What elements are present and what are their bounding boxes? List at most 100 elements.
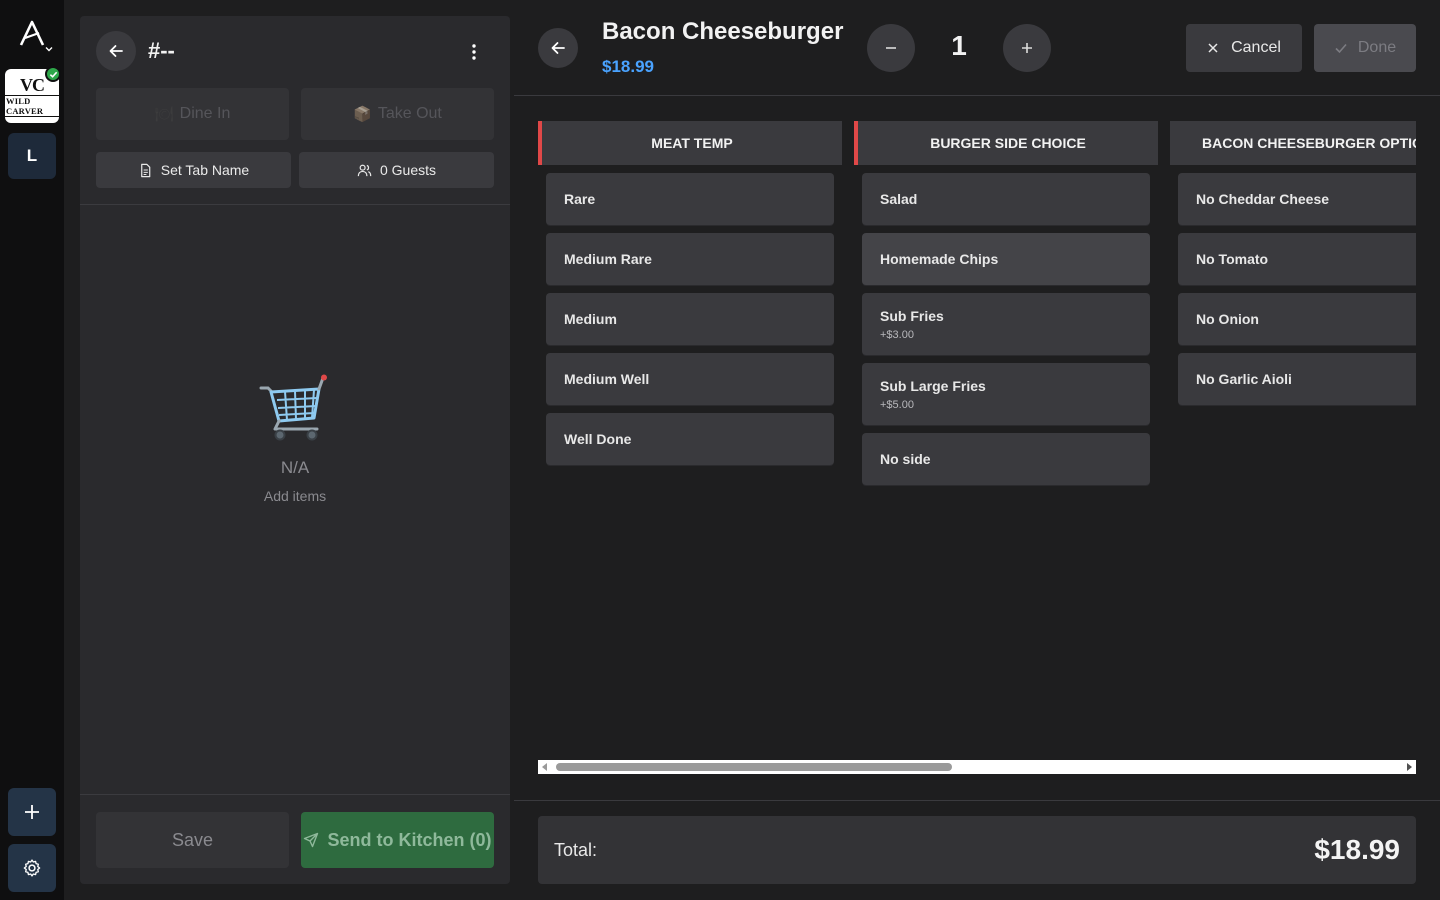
modifier-option-label: No Tomato [1196, 251, 1269, 267]
modifier-option[interactable]: Medium [546, 293, 834, 345]
modifier-option-label: No Garlic Aioli [1196, 371, 1292, 387]
empty-cart-state: N/A Add items [80, 374, 510, 504]
take-out-label: Take Out [377, 105, 442, 122]
modifier-option[interactable]: Well Done [546, 413, 834, 465]
divider [80, 204, 510, 205]
empty-cart-title: N/A [280, 458, 310, 477]
modifier-option[interactable]: No Cheddar Cheese [1178, 173, 1416, 225]
modifier-option-label: Medium [564, 311, 617, 327]
scroll-left-icon[interactable] [542, 763, 547, 771]
modifier-option[interactable]: Salad [862, 173, 1150, 225]
take-out-button[interactable]: 📦 Take Out [301, 88, 494, 140]
plate-icon: 🍽 [154, 106, 174, 123]
modifier-options: No Cheddar Cheese No Tomato No Onion No … [1170, 165, 1416, 405]
modifier-option-label: No side [880, 451, 931, 467]
modifier-group-meat-temp: MEAT TEMP Rare Medium Rare Medium Medium… [538, 121, 842, 473]
modifier-option-price: +$5.00 [880, 398, 914, 411]
modifier-option-label: Salad [880, 191, 918, 207]
app-logo-menu[interactable] [8, 12, 56, 56]
quantity-increase-button[interactable] [1003, 24, 1051, 72]
users-icon [357, 164, 372, 176]
modifier-option-label: Rare [564, 191, 596, 207]
minus-icon [886, 47, 896, 49]
empty-cart-hint: Add items [263, 488, 327, 504]
send-icon [304, 832, 319, 848]
modifier-option[interactable]: Sub Fries +$3.00 [862, 293, 1150, 355]
plus-icon [25, 805, 39, 819]
brand-mark: VC [20, 74, 45, 95]
close-icon [1208, 43, 1218, 53]
arrow-left-icon [551, 42, 565, 54]
modifier-option[interactable]: No Onion [1178, 293, 1416, 345]
modifier-option-label: Medium Rare [564, 251, 652, 267]
order-title: #-- [148, 38, 175, 63]
restaurant-brand-tile[interactable]: VC WILD CARVER [5, 66, 61, 123]
modifier-group-title: MEAT TEMP [538, 121, 842, 165]
divider [80, 794, 510, 795]
item-back-button[interactable] [538, 28, 578, 68]
modifier-option[interactable]: No Tomato [1178, 233, 1416, 285]
modifier-option[interactable]: Homemade Chips [862, 233, 1150, 285]
settings-button[interactable] [8, 844, 56, 892]
modifier-groups-scroller[interactable]: MEAT TEMP Rare Medium Rare Medium Medium… [538, 121, 1416, 761]
send-to-kitchen-button[interactable]: Send to Kitchen (0) [301, 812, 494, 868]
quantity-decrease-button[interactable] [867, 24, 915, 72]
modifier-option[interactable]: Sub Large Fries +$5.00 [862, 363, 1150, 425]
horizontal-scrollbar[interactable] [538, 760, 1416, 774]
scrollbar-thumb[interactable] [556, 763, 952, 771]
item-name: Bacon Cheeseburger [602, 18, 844, 45]
modifier-option[interactable]: Medium Well [546, 353, 834, 405]
modifier-option-label: Well Done [564, 431, 632, 447]
save-button[interactable]: Save [96, 812, 289, 868]
guests-button[interactable]: 0 Guests [299, 152, 494, 188]
app-logo-icon [19, 20, 45, 46]
done-label: Done [1357, 39, 1397, 56]
send-to-kitchen-label: Send to Kitchen (0) [327, 829, 492, 850]
user-avatar[interactable]: L [8, 133, 56, 179]
modifier-option[interactable]: Medium Rare [546, 233, 834, 285]
check-icon [1335, 43, 1347, 54]
order-panel: #-- 🍽 Dine In 📦 Take Out Set Tab Name 0 … [80, 16, 510, 884]
modifier-option-label: No Cheddar Cheese [1196, 191, 1330, 207]
scroll-right-icon[interactable] [1407, 763, 1412, 771]
chevron-down-icon [45, 47, 53, 52]
modifier-group-title: BACON CHEESEBURGER OPTIONS [1170, 121, 1416, 165]
guests-label: 0 Guests [379, 162, 437, 178]
modifier-option[interactable]: Rare [546, 173, 834, 225]
document-icon [140, 163, 151, 177]
arrow-left-icon [109, 45, 123, 57]
order-more-button[interactable] [464, 42, 484, 62]
dine-in-button[interactable]: 🍽 Dine In [96, 88, 289, 140]
modifier-group-bacon-cheeseburger-options: BACON CHEESEBURGER OPTIONS No Cheddar Ch… [1170, 121, 1416, 413]
modifier-option-label: Medium Well [564, 371, 650, 387]
cancel-label: Cancel [1231, 39, 1281, 56]
modifier-option[interactable]: No Garlic Aioli [1178, 353, 1416, 405]
total-value: $18.99 [1314, 834, 1400, 865]
modifier-group-burger-side-choice: BURGER SIDE CHOICE Salad Homemade Chips … [854, 121, 1158, 493]
dine-in-label: Dine In [179, 105, 231, 122]
pos-app: VC WILD CARVER L #-- 🍽 Dine In 📦 Take Ou… [0, 0, 1440, 900]
modifier-option-label: No Onion [1196, 311, 1259, 327]
modifier-group-title: BURGER SIDE CHOICE [854, 121, 1158, 165]
set-tab-name-label: Set Tab Name [160, 162, 250, 178]
modifier-option-label: Homemade Chips [880, 251, 999, 267]
set-tab-name-button[interactable]: Set Tab Name [96, 152, 291, 188]
order-header: #-- [80, 16, 510, 88]
modifier-option-price: +$3.00 [880, 328, 914, 341]
modifier-options: Rare Medium Rare Medium Medium Well Well… [538, 165, 842, 465]
modifier-option-label: Sub Large Fries [880, 377, 986, 394]
order-back-button[interactable] [96, 31, 136, 71]
item-price: $18.99 [602, 57, 654, 76]
add-button[interactable] [8, 788, 56, 836]
brand-name: WILD CARVER [5, 94, 59, 117]
divider [514, 800, 1440, 801]
cancel-button[interactable]: Cancel [1186, 24, 1302, 72]
kebab-menu-icon [472, 44, 476, 60]
check-badge-icon [45, 66, 61, 82]
modifier-option[interactable]: No side [862, 433, 1150, 485]
gear-icon [23, 859, 41, 877]
item-header: Bacon Cheeseburger $18.99 1 Cancel Done [514, 0, 1440, 96]
package-icon: 📦 [353, 106, 372, 123]
done-button[interactable]: Done [1314, 24, 1416, 72]
modifier-options: Salad Homemade Chips Sub Fries +$3.00 Su… [854, 165, 1158, 485]
